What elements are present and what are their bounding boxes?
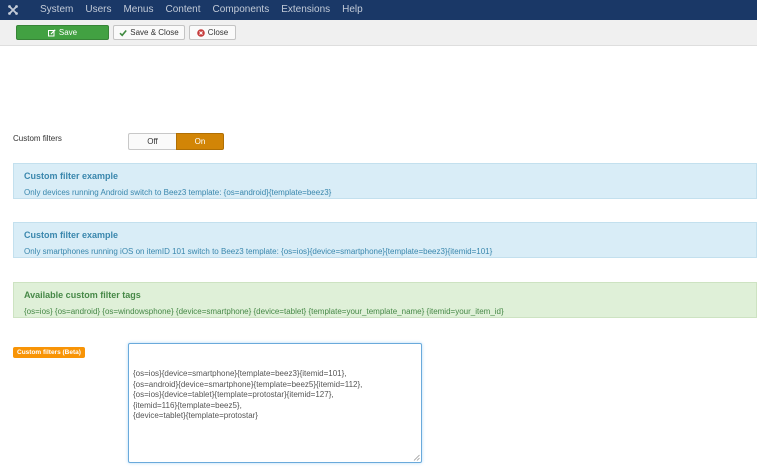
resize-handle-icon[interactable] — [413, 454, 420, 461]
checkmark-icon — [119, 29, 128, 37]
menu-menus[interactable]: Menus — [123, 0, 153, 20]
save-close-label: Save & Close — [130, 28, 179, 37]
menu-users[interactable]: Users — [85, 0, 111, 20]
edit-icon — [47, 28, 56, 37]
save-label: Save — [58, 28, 78, 37]
alert-text: Only smartphones running iOS on itemID 1… — [24, 247, 493, 256]
menu-content[interactable]: Content — [165, 0, 200, 20]
textarea-content: {os=ios}{device=smartphone}{template=bee… — [133, 369, 363, 420]
filter-example-alert-ios: Custom filter example Only smartphones r… — [13, 222, 757, 258]
menu-extensions[interactable]: Extensions — [281, 0, 330, 20]
toggle-on-button[interactable]: On — [176, 133, 224, 150]
close-button[interactable]: Close — [189, 25, 236, 40]
custom-filters-toggle: Off On — [128, 133, 224, 150]
toggle-off-button[interactable]: Off — [128, 133, 176, 150]
alert-title: Custom filter example — [24, 230, 119, 240]
menu-help[interactable]: Help — [342, 0, 363, 20]
custom-filters-textarea[interactable]: {os=ios}{device=smartphone}{template=bee… — [128, 343, 422, 463]
alert-text: Only devices running Android switch to B… — [24, 188, 332, 197]
save-button[interactable]: Save — [16, 25, 109, 40]
menu-components[interactable]: Components — [213, 0, 270, 20]
top-navbar: System Users Menus Content Components Ex… — [0, 0, 757, 20]
menu-system[interactable]: System — [40, 0, 73, 20]
save-close-button[interactable]: Save & Close — [113, 25, 185, 40]
cancel-icon — [196, 28, 205, 37]
filter-example-alert-android: Custom filter example Only devices runni… — [13, 163, 757, 199]
custom-filters-beta-label: Custom filters (Beta) — [13, 347, 85, 358]
available-tags-alert: Available custom filter tags {os=ios} {o… — [13, 282, 757, 318]
joomla-icon[interactable] — [0, 0, 26, 20]
toolbar: Save Save & Close Close — [0, 20, 757, 46]
alert-text: {os=ios} {os=android} {os=windowsphone} … — [24, 307, 504, 316]
close-label: Close — [207, 28, 229, 37]
alert-title: Custom filter example — [24, 171, 119, 181]
custom-filters-label: Custom filters — [13, 134, 62, 143]
alert-title: Available custom filter tags — [24, 290, 141, 300]
